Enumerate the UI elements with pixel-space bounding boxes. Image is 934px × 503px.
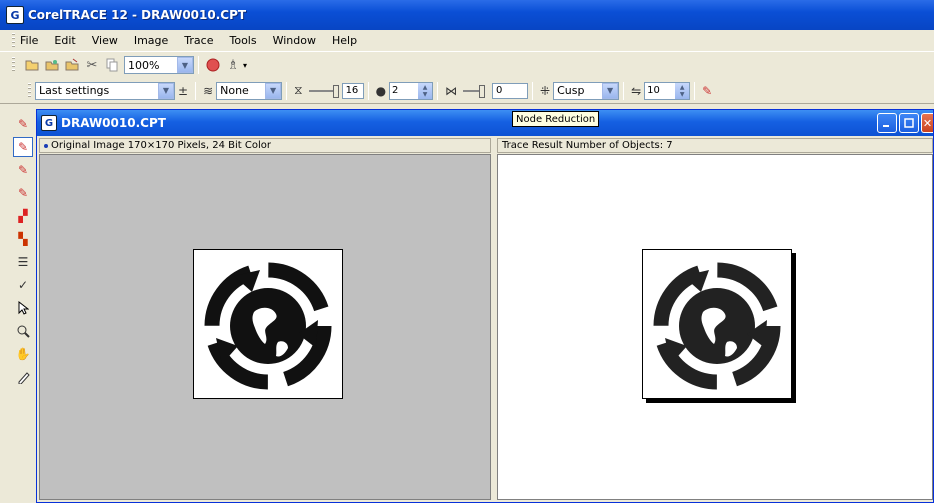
3d-mosaic-trace-icon[interactable]: ▚ bbox=[13, 229, 33, 249]
node-reduction-icon: ⋈ bbox=[445, 83, 458, 98]
toolbar-separator bbox=[437, 81, 439, 100]
window-title: CorelTRACE 12 - DRAW0010.CPT bbox=[28, 8, 247, 22]
node-type-icon: ⁜ bbox=[540, 83, 551, 98]
detail-icon: ⧖ bbox=[294, 83, 303, 97]
traced-recycle-globe-logo bbox=[653, 262, 781, 390]
save-icon[interactable] bbox=[62, 55, 82, 75]
form-trace-icon[interactable]: ✓ bbox=[13, 275, 33, 295]
add-preset-icon[interactable]: ± bbox=[178, 84, 188, 98]
menu-bar: File Edit View Image Trace Tools Window … bbox=[0, 30, 934, 52]
close-button[interactable]: ✕ bbox=[921, 113, 933, 133]
noise-icon: ● bbox=[375, 83, 387, 98]
chevron-down-icon[interactable]: ▼ bbox=[265, 82, 282, 99]
zoom-tool-icon[interactable] bbox=[13, 321, 33, 341]
chevron-down-icon[interactable]: ▼ bbox=[602, 82, 619, 99]
chevron-down-icon[interactable]: ▾ bbox=[243, 61, 247, 70]
zoom-combo[interactable]: 100% ▼ bbox=[124, 56, 194, 74]
menu-file[interactable]: File bbox=[20, 34, 38, 47]
trace-result-image bbox=[642, 249, 792, 399]
title-bar: G CorelTRACE 12 - DRAW0010.CPT bbox=[0, 0, 934, 30]
toolbar-separator bbox=[286, 81, 288, 100]
smoothing-icon: ≋ bbox=[203, 83, 214, 98]
corner-threshold-icon: ⇋ bbox=[631, 83, 642, 98]
acquire-icon[interactable] bbox=[42, 55, 62, 75]
trace-pen-icon[interactable]: ✎ bbox=[702, 84, 712, 98]
menu-help[interactable]: Help bbox=[332, 34, 357, 47]
pan-tool-icon[interactable]: ✋ bbox=[13, 344, 33, 364]
menu-window[interactable]: Window bbox=[273, 34, 316, 47]
smoothing-value: None bbox=[220, 84, 249, 97]
outline-trace-icon[interactable]: ✎ bbox=[13, 137, 33, 157]
cut-icon[interactable]: ✂ bbox=[82, 55, 102, 75]
maximize-button[interactable] bbox=[899, 113, 919, 133]
original-image-info: Original Image 170×170 Pixels, 24 Bit Co… bbox=[51, 140, 271, 151]
open-icon[interactable] bbox=[22, 55, 42, 75]
document-app-icon[interactable]: G bbox=[41, 115, 57, 131]
active-bullet-icon bbox=[44, 143, 48, 148]
menu-view[interactable]: View bbox=[92, 34, 118, 47]
menu-edit[interactable]: Edit bbox=[54, 34, 75, 47]
menu-trace[interactable]: Trace bbox=[184, 34, 213, 47]
pick-tool-icon[interactable] bbox=[13, 298, 33, 318]
property-bar-grip[interactable] bbox=[28, 83, 31, 99]
corner-spinner[interactable]: 10 ▲ ▼ bbox=[644, 81, 691, 100]
toolbar-separator bbox=[694, 81, 696, 100]
centerline-trace-icon[interactable]: ✎ bbox=[13, 114, 33, 134]
detail-value[interactable]: 16 bbox=[341, 82, 364, 99]
toolbar-separator bbox=[198, 56, 199, 74]
corner-value: 10 bbox=[647, 85, 660, 96]
document-title-bar[interactable]: G DRAW0010.CPT bbox=[37, 110, 933, 136]
menu-tools[interactable]: Tools bbox=[229, 34, 256, 47]
chevron-down-icon[interactable]: ▼ bbox=[158, 82, 174, 99]
original-image bbox=[193, 249, 343, 399]
trace-toolbox: ✎ ✎ ✎ ✎ ▞ ▚ ☰ ✓ ✋ bbox=[12, 110, 34, 500]
spin-arrows-icon[interactable]: ▲ ▼ bbox=[675, 82, 690, 99]
menu-grip[interactable] bbox=[12, 33, 15, 49]
recycle-globe-logo bbox=[204, 262, 332, 390]
tooltip: Node Reduction bbox=[512, 111, 600, 127]
original-image-pane[interactable] bbox=[39, 154, 491, 500]
standard-toolbar: ✂ 100% ▼ ♗ ▾ bbox=[0, 53, 270, 77]
property-bar: Last settings ▼ ± ≋ None ▼ ⧖ 16 ● 2 ▲ ▼ ⋈… bbox=[0, 78, 934, 104]
toolbar-separator bbox=[367, 81, 369, 100]
toolbar-separator bbox=[532, 81, 534, 100]
chevron-down-icon[interactable]: ▼ bbox=[177, 57, 193, 73]
stop-trace-icon[interactable] bbox=[203, 55, 223, 75]
minimize-button[interactable] bbox=[877, 113, 897, 133]
original-image-header: Original Image 170×170 Pixels, 24 Bit Co… bbox=[39, 138, 491, 153]
menu-image[interactable]: Image bbox=[134, 34, 168, 47]
woodcut-trace-icon[interactable]: ✎ bbox=[13, 183, 33, 203]
corel-app-icon[interactable]: G bbox=[6, 6, 24, 24]
trace-result-header: Trace Result Number of Objects: 7 bbox=[497, 138, 933, 153]
noise-value: 2 bbox=[392, 85, 399, 96]
spin-arrows-icon[interactable]: ▲ ▼ bbox=[418, 82, 433, 99]
sketch-trace-icon[interactable]: ✎ bbox=[13, 160, 33, 180]
toolbar-grip[interactable] bbox=[12, 57, 15, 73]
eraser-tool-icon[interactable] bbox=[13, 367, 33, 387]
toolbar-separator bbox=[623, 81, 625, 100]
preset-combo[interactable]: Last settings ▼ bbox=[35, 81, 175, 100]
trace-result-info: Trace Result Number of Objects: 7 bbox=[502, 140, 673, 151]
noise-spinner[interactable]: 2 ▲ ▼ bbox=[389, 81, 434, 100]
trace-result-pane[interactable] bbox=[497, 154, 933, 500]
mosaic-trace-icon[interactable]: ▞ bbox=[13, 206, 33, 226]
detail-slider[interactable] bbox=[308, 84, 339, 98]
toolbar-separator bbox=[195, 81, 197, 100]
ocr-trace-icon[interactable]: ☰ bbox=[13, 252, 33, 272]
node-type-value: Cusp bbox=[557, 84, 585, 97]
document-title: DRAW0010.CPT bbox=[61, 116, 166, 130]
zoom-value: 100% bbox=[128, 58, 160, 72]
preset-value: Last settings bbox=[39, 84, 110, 97]
copy-icon[interactable] bbox=[102, 55, 122, 75]
document-window: G DRAW0010.CPT Node Reduction ✕ Original… bbox=[36, 109, 934, 503]
trace-wizard-icon[interactable]: ♗ bbox=[223, 55, 243, 75]
node-reduction-slider[interactable] bbox=[463, 84, 486, 98]
node-reduction-value[interactable]: 0 bbox=[492, 82, 529, 99]
smoothing-combo[interactable]: None ▼ bbox=[216, 81, 283, 100]
node-type-combo[interactable]: Cusp ▼ bbox=[553, 81, 620, 100]
